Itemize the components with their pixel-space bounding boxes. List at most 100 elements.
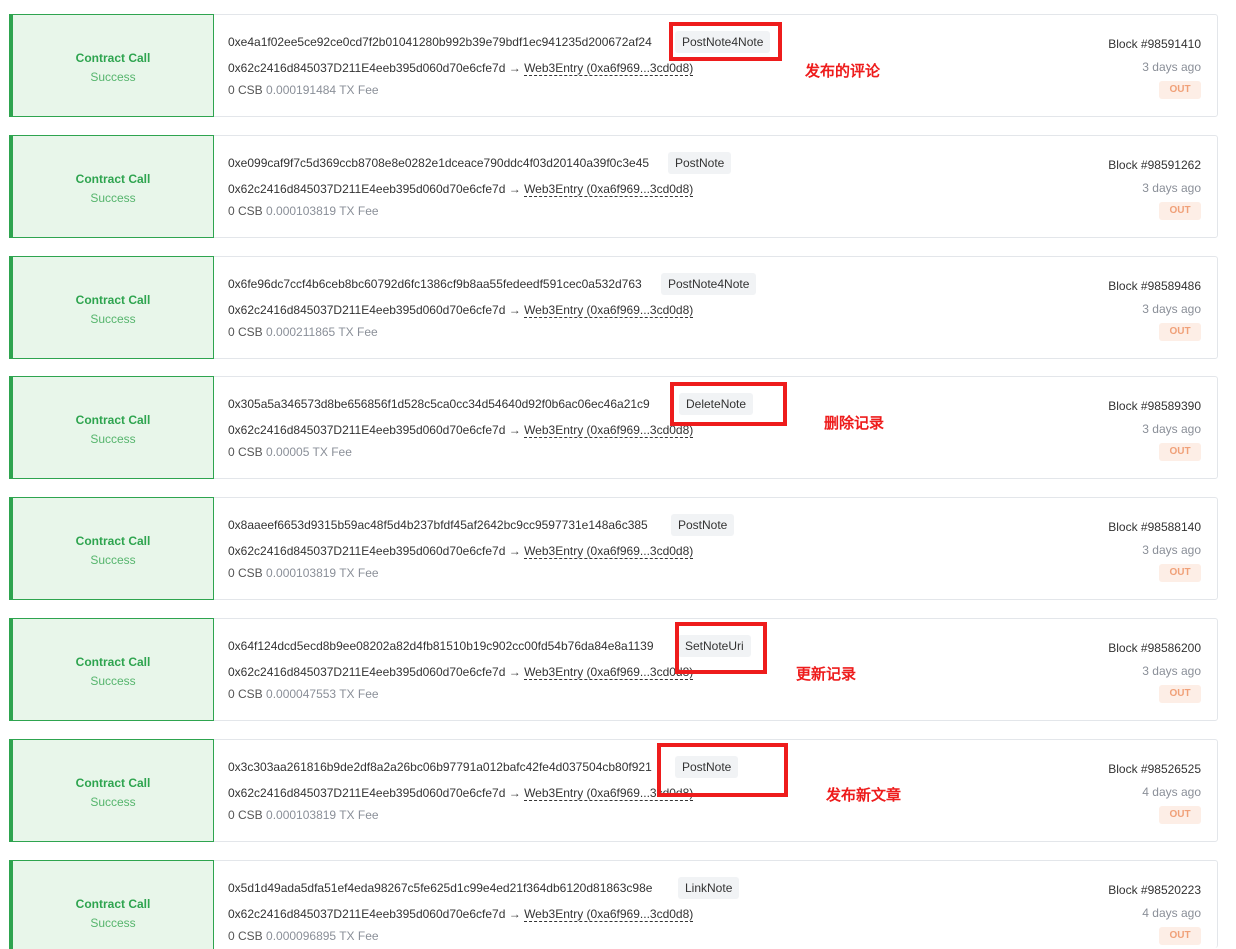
block-number-link[interactable]: Block #98591262 — [1108, 158, 1201, 172]
status-block: Contract Call Success — [9, 497, 214, 600]
method-tag: PostNote4Note — [661, 273, 757, 295]
tx-status-label: Success — [90, 916, 136, 930]
direction-badge: OUT — [1159, 685, 1201, 703]
arrow-right-icon: → — [508, 544, 521, 558]
tx-value: 0 CSB — [228, 325, 263, 339]
tx-status-label: Success — [90, 674, 136, 688]
arrow-right-icon: → — [508, 665, 521, 679]
method-tag: LinkNote — [678, 877, 740, 899]
contract-link[interactable]: Web3Entry (0xa6f969...3cd0d8) — [524, 544, 694, 559]
contract-link[interactable]: Web3Entry (0xa6f969...3cd0d8) — [524, 182, 694, 197]
tx-fee: 0.000103819 TX Fee — [266, 204, 379, 218]
tx-hash-link[interactable]: 0x3c303aa261816b9de2df8a2a26bc06b97791a0… — [228, 760, 652, 774]
tx-fee: 0.000047553 TX Fee — [266, 687, 379, 701]
from-to-line: 0x62c2416d845037D211E4eeb395d060d70e6cfe… — [228, 423, 694, 438]
tx-value: 0 CSB — [228, 929, 263, 943]
tx-hash-link[interactable]: 0xe4a1f02ee5ce92ce0cd7f2b01041280b992b39… — [228, 35, 652, 49]
tx-time: 4 days ago — [1142, 785, 1201, 799]
tx-type-label: Contract Call — [75, 655, 151, 669]
fee-line: 0 CSB 0.000191484 TX Fee — [228, 83, 379, 97]
tx-hash-link[interactable]: 0xe099caf9f7c5d369ccb8708e8e0282e1dceace… — [228, 156, 649, 170]
from-to-line: 0x62c2416d845037D211E4eeb395d060d70e6cfe… — [228, 303, 694, 318]
from-address-link[interactable]: 0x62c2416d845037D211E4eeb395d060d70e6cfe… — [228, 786, 505, 800]
direction-badge: OUT — [1159, 927, 1201, 945]
method-tag: PostNote — [671, 514, 735, 536]
from-address-link[interactable]: 0x62c2416d845037D211E4eeb395d060d70e6cfe… — [228, 303, 505, 317]
from-to-line: 0x62c2416d845037D211E4eeb395d060d70e6cfe… — [228, 907, 694, 922]
arrow-right-icon: → — [508, 423, 521, 437]
tx-time: 3 days ago — [1142, 60, 1201, 74]
tx-type-label: Contract Call — [75, 534, 151, 548]
tx-time: 3 days ago — [1142, 302, 1201, 316]
transaction-row[interactable]: Contract Call Success 0x64f124dcd5ecd8b9… — [9, 618, 1218, 721]
direction-badge: OUT — [1159, 323, 1201, 341]
tx-status-label: Success — [90, 70, 136, 84]
tx-time: 3 days ago — [1142, 181, 1201, 195]
block-number-link[interactable]: Block #98586200 — [1108, 641, 1201, 655]
block-number-link[interactable]: Block #98526525 — [1108, 762, 1201, 776]
transaction-row[interactable]: Contract Call Success 0x6fe96dc7ccf4b6ce… — [9, 256, 1218, 359]
fee-line: 0 CSB 0.00005 TX Fee — [228, 445, 352, 459]
tx-fee: 0.000191484 TX Fee — [266, 83, 379, 97]
tx-type-label: Contract Call — [75, 293, 151, 307]
tx-value: 0 CSB — [228, 566, 263, 580]
transaction-list: Contract Call Success 0xe4a1f02ee5ce92ce… — [0, 0, 1236, 949]
direction-badge: OUT — [1159, 564, 1201, 582]
contract-link[interactable]: Web3Entry (0xa6f969...3cd0d8) — [524, 61, 694, 76]
from-address-link[interactable]: 0x62c2416d845037D211E4eeb395d060d70e6cfe… — [228, 182, 505, 196]
tx-time: 4 days ago — [1142, 906, 1201, 920]
fee-line: 0 CSB 0.000096895 TX Fee — [228, 929, 379, 943]
fee-line: 0 CSB 0.000211865 TX Fee — [228, 325, 378, 339]
tx-hash-link[interactable]: 0x64f124dcd5ecd8b9ee08202a82d4fb81510b19… — [228, 639, 654, 653]
tx-hash-link[interactable]: 0x305a5a346573d8be656856f1d528c5ca0cc34d… — [228, 397, 650, 411]
from-address-link[interactable]: 0x62c2416d845037D211E4eeb395d060d70e6cfe… — [228, 907, 505, 921]
transaction-row[interactable]: Contract Call Success 0x5d1d49ada5dfa51e… — [9, 860, 1218, 949]
tx-status-label: Success — [90, 553, 136, 567]
block-number-link[interactable]: Block #98591410 — [1108, 37, 1201, 51]
from-to-line: 0x62c2416d845037D211E4eeb395d060d70e6cfe… — [228, 786, 694, 801]
from-to-line: 0x62c2416d845037D211E4eeb395d060d70e6cfe… — [228, 544, 694, 559]
transaction-row[interactable]: Contract Call Success 0xe4a1f02ee5ce92ce… — [9, 14, 1218, 117]
contract-link[interactable]: Web3Entry (0xa6f969...3cd0d8) — [524, 665, 694, 680]
transaction-row[interactable]: Contract Call Success 0x3c303aa261816b9d… — [9, 739, 1218, 842]
block-number-link[interactable]: Block #98589486 — [1108, 279, 1201, 293]
direction-badge: OUT — [1159, 443, 1201, 461]
tx-hash-link[interactable]: 0x5d1d49ada5dfa51ef4eda98267c5fe625d1c99… — [228, 881, 652, 895]
from-address-link[interactable]: 0x62c2416d845037D211E4eeb395d060d70e6cfe… — [228, 665, 505, 679]
from-address-link[interactable]: 0x62c2416d845037D211E4eeb395d060d70e6cfe… — [228, 544, 505, 558]
transaction-row[interactable]: Contract Call Success 0x305a5a346573d8be… — [9, 376, 1218, 479]
from-address-link[interactable]: 0x62c2416d845037D211E4eeb395d060d70e6cfe… — [228, 61, 505, 75]
status-block: Contract Call Success — [9, 14, 214, 117]
tx-value: 0 CSB — [228, 83, 263, 97]
transaction-row[interactable]: Contract Call Success 0xe099caf9f7c5d369… — [9, 135, 1218, 238]
tx-type-label: Contract Call — [75, 51, 151, 65]
contract-link[interactable]: Web3Entry (0xa6f969...3cd0d8) — [524, 907, 694, 922]
arrow-right-icon: → — [508, 61, 521, 75]
tx-type-label: Contract Call — [75, 776, 151, 790]
from-address-link[interactable]: 0x62c2416d845037D211E4eeb395d060d70e6cfe… — [228, 423, 505, 437]
tx-hash-link[interactable]: 0x8aaeef6653d9315b59ac48f5d4b237bfdf45af… — [228, 518, 648, 532]
contract-link[interactable]: Web3Entry (0xa6f969...3cd0d8) — [524, 303, 694, 318]
tx-type-label: Contract Call — [75, 413, 151, 427]
tx-type-label: Contract Call — [75, 897, 151, 911]
tx-status-label: Success — [90, 432, 136, 446]
arrow-right-icon: → — [508, 907, 521, 921]
fee-line: 0 CSB 0.000103819 TX Fee — [228, 808, 379, 822]
highlight-box — [669, 22, 782, 61]
tx-time: 3 days ago — [1142, 543, 1201, 557]
tx-hash-link[interactable]: 0x6fe96dc7ccf4b6ceb8bc60792d6fc1386cf9b8… — [228, 277, 642, 291]
block-number-link[interactable]: Block #98588140 — [1108, 520, 1201, 534]
contract-link[interactable]: Web3Entry (0xa6f969...3cd0d8) — [524, 423, 694, 438]
transaction-row[interactable]: Contract Call Success 0x8aaeef6653d9315b… — [9, 497, 1218, 600]
highlight-box — [670, 382, 787, 426]
tx-type-label: Contract Call — [75, 172, 151, 186]
fee-line: 0 CSB 0.000047553 TX Fee — [228, 687, 379, 701]
arrow-right-icon: → — [508, 786, 521, 800]
from-to-line: 0x62c2416d845037D211E4eeb395d060d70e6cfe… — [228, 665, 694, 680]
tx-value: 0 CSB — [228, 687, 263, 701]
tx-fee: 0.00005 TX Fee — [266, 445, 352, 459]
highlight-box — [657, 743, 788, 797]
block-number-link[interactable]: Block #98520223 — [1108, 883, 1201, 897]
fee-line: 0 CSB 0.000103819 TX Fee — [228, 204, 379, 218]
block-number-link[interactable]: Block #98589390 — [1108, 399, 1201, 413]
